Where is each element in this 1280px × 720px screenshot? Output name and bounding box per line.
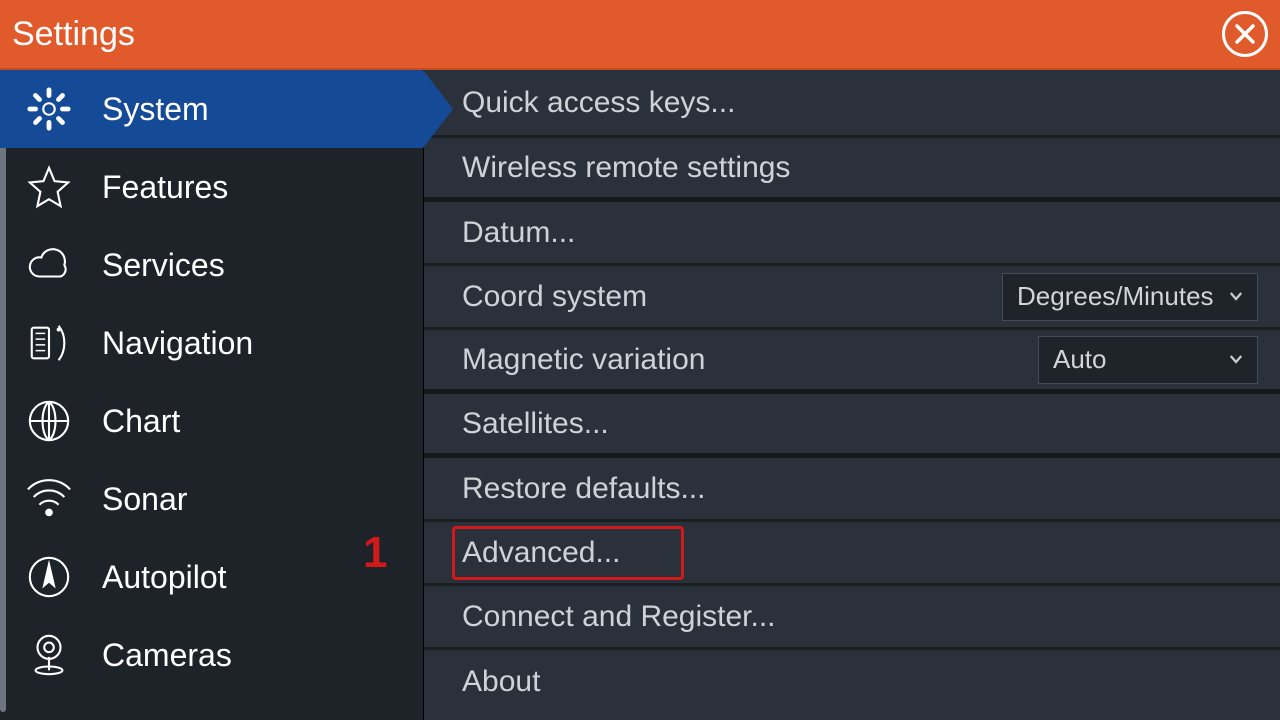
- row-label: Coord system: [462, 280, 647, 314]
- row-wireless-remote[interactable]: Wireless remote settings: [424, 138, 1280, 202]
- sidebar-item-label: Sonar: [102, 481, 187, 518]
- sidebar-item-cameras[interactable]: Cameras: [0, 616, 423, 694]
- star-icon: [22, 160, 76, 214]
- close-icon: [1233, 22, 1257, 46]
- sidebar-item-autopilot[interactable]: Autopilot: [0, 538, 423, 616]
- row-connect-register[interactable]: Connect and Register...: [424, 586, 1280, 650]
- row-about[interactable]: About: [424, 650, 1280, 714]
- row-label: Datum...: [462, 216, 575, 250]
- autopilot-icon: [22, 550, 76, 604]
- navigation-icon: [22, 316, 76, 370]
- settings-window: Settings System Features: [0, 0, 1280, 720]
- sidebar-item-label: Autopilot: [102, 559, 227, 596]
- row-advanced[interactable]: Advanced... 1: [424, 522, 1280, 586]
- row-quick-access-keys[interactable]: Quick access keys...: [424, 70, 1280, 138]
- annotation-number: 1: [363, 528, 387, 578]
- sidebar-item-chart[interactable]: Chart: [0, 382, 423, 460]
- sidebar-item-features[interactable]: Features: [0, 148, 423, 226]
- sidebar-item-label: Cameras: [102, 637, 232, 674]
- gear-icon: [22, 82, 76, 136]
- sidebar-item-label: Navigation: [102, 325, 253, 362]
- sidebar: System Features Services Navigation: [0, 70, 424, 720]
- settings-panel: Quick access keys... Wireless remote set…: [424, 70, 1280, 720]
- row-magnetic-variation: Magnetic variation Auto: [424, 330, 1280, 394]
- row-label: Advanced...: [462, 536, 620, 570]
- row-datum[interactable]: Datum...: [424, 202, 1280, 266]
- select-value: Auto: [1053, 344, 1107, 375]
- cloud-icon: [22, 238, 76, 292]
- camera-icon: [22, 628, 76, 682]
- coord-system-select[interactable]: Degrees/Minutes: [1002, 273, 1258, 321]
- magnetic-variation-select[interactable]: Auto: [1038, 336, 1258, 384]
- row-label: Restore defaults...: [462, 472, 705, 506]
- row-coord-system: Coord system Degrees/Minutes: [424, 266, 1280, 330]
- sidebar-item-label: Chart: [102, 403, 180, 440]
- row-satellites[interactable]: Satellites...: [424, 394, 1280, 458]
- chevron-down-icon: [1227, 344, 1245, 375]
- sidebar-item-label: Services: [102, 247, 225, 284]
- sidebar-item-label: System: [102, 91, 209, 128]
- sidebar-item-label: Features: [102, 169, 228, 206]
- row-label: Magnetic variation: [462, 343, 705, 377]
- sidebar-item-sonar[interactable]: Sonar: [0, 460, 423, 538]
- window-title: Settings: [12, 15, 135, 54]
- chevron-down-icon: [1227, 281, 1245, 312]
- titlebar: Settings: [0, 0, 1280, 70]
- select-value: Degrees/Minutes: [1017, 281, 1214, 312]
- row-label: Satellites...: [462, 407, 609, 441]
- row-label: Quick access keys...: [462, 86, 735, 120]
- sidebar-item-navigation[interactable]: Navigation: [0, 304, 423, 382]
- sidebar-item-system[interactable]: System: [0, 70, 423, 148]
- sonar-icon: [22, 472, 76, 526]
- window-body: System Features Services Navigation: [0, 70, 1280, 720]
- row-label: Connect and Register...: [462, 600, 776, 634]
- sidebar-item-services[interactable]: Services: [0, 226, 423, 304]
- row-label: About: [462, 665, 540, 699]
- globe-icon: [22, 394, 76, 448]
- close-button[interactable]: [1222, 11, 1268, 57]
- row-label: Wireless remote settings: [462, 151, 790, 185]
- row-restore-defaults[interactable]: Restore defaults...: [424, 458, 1280, 522]
